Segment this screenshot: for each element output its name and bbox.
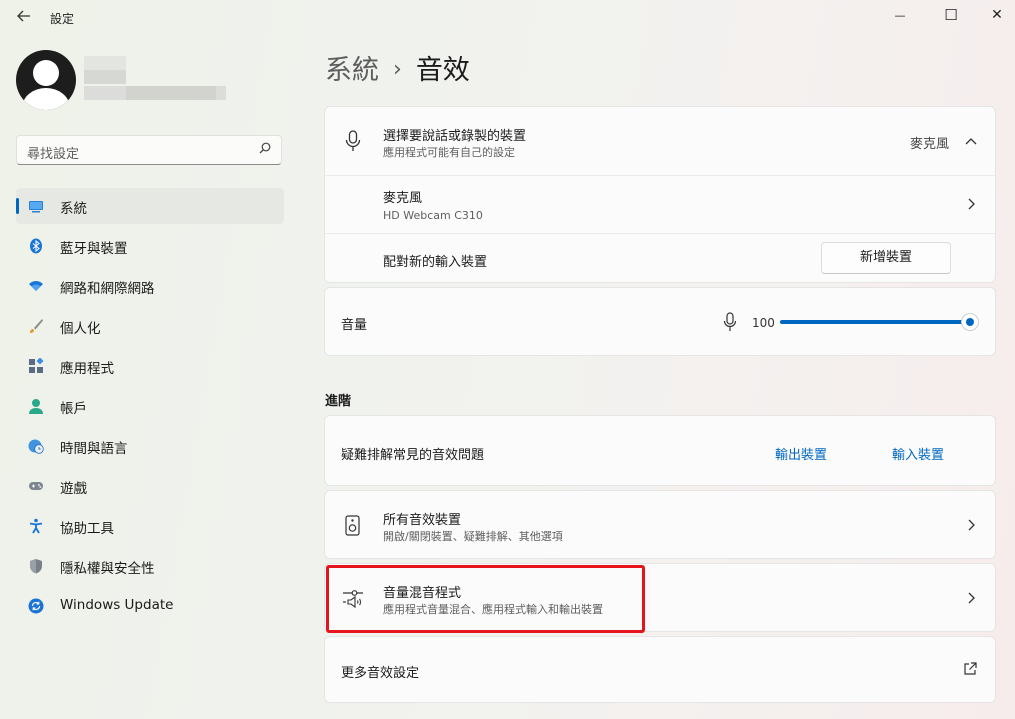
sidebar-item-label: 應用程式 [60, 361, 114, 377]
sidebar-item-personalization[interactable]: 個人化 [16, 308, 284, 344]
volume-value: 100 [752, 316, 775, 330]
volume-slider-thumb[interactable] [961, 313, 979, 331]
sidebar-item-apps[interactable]: 應用程式 [16, 348, 284, 384]
microphone-device-row[interactable]: 麥克風 HD Webcam C310 [325, 176, 995, 233]
more-settings-label: 更多音效設定 [341, 666, 420, 681]
minimize-icon: — [894, 8, 906, 22]
title-bar: 設定 — ☐ ✕ [0, 0, 1015, 36]
sidebar-item-system[interactable]: 系統 [16, 188, 284, 224]
back-arrow-icon [17, 10, 30, 22]
sidebar-item-accessibility[interactable]: 協助工具 [16, 508, 284, 544]
more-sound-settings-card[interactable]: 更多音效設定 [324, 636, 996, 703]
person-icon [29, 399, 43, 414]
advanced-section-title: 進階 [325, 394, 352, 409]
sidebar-item-windows-update[interactable]: Windows Update [16, 588, 284, 624]
troubleshoot-card: 疑難排解常見的音效問題 輸出裝置 輸入裝置 [324, 415, 996, 486]
user-info-redacted [84, 56, 230, 102]
monitor-icon [29, 201, 43, 213]
close-button[interactable]: ✕ [974, 0, 1015, 30]
breadcrumb-parent[interactable]: 系統 [325, 55, 379, 86]
back-button[interactable] [14, 8, 34, 28]
volume-label: 音量 [341, 318, 368, 333]
search-input[interactable]: 尋找設定 [16, 135, 282, 165]
chevron-up-icon[interactable] [965, 137, 977, 145]
apps-icon [29, 358, 44, 373]
choose-device-title: 選擇要說話或錄製的裝置 [383, 129, 527, 144]
pair-device-label: 配對新的輸入裝置 [383, 255, 488, 270]
microphone-icon [723, 312, 737, 331]
sidebar-item-label: 協助工具 [60, 521, 114, 537]
sidebar-item-time-language[interactable]: 時間與語言 [16, 428, 284, 464]
maximize-button[interactable]: ☐ [928, 0, 974, 30]
microphone-icon [345, 130, 361, 151]
sidebar-item-label: 帳戶 [60, 401, 87, 417]
search-icon [259, 142, 271, 158]
sidebar-item-accounts[interactable]: 帳戶 [16, 388, 284, 424]
search-placeholder: 尋找設定 [27, 147, 80, 162]
maximize-icon: ☐ [944, 6, 958, 24]
globe-clock-icon [28, 439, 44, 454]
device-model: HD Webcam C310 [383, 209, 483, 222]
breadcrumb-separator: › [393, 57, 402, 82]
app-title: 設定 [50, 12, 75, 26]
brush-icon [30, 319, 43, 333]
highlight-box [326, 565, 645, 633]
sidebar-item-label: 隱私權與安全性 [60, 561, 155, 577]
pair-input-device-row: 配對新的輸入裝置 新增裝置 [325, 234, 995, 284]
wifi-icon [29, 281, 43, 291]
input-devices-link[interactable]: 輸入裝置 [892, 444, 944, 463]
accessibility-icon [29, 518, 43, 534]
all-devices-title: 所有音效裝置 [383, 513, 462, 528]
sidebar-item-bluetooth[interactable]: 藍牙與裝置 [16, 228, 284, 264]
bluetooth-icon [30, 238, 42, 254]
gamepad-icon [29, 482, 43, 490]
breadcrumb: 系統 › 音效 [325, 48, 470, 87]
chevron-right-icon [968, 519, 975, 531]
active-indicator [16, 198, 19, 214]
external-link-icon [964, 662, 977, 675]
sidebar-item-label: 遊戲 [60, 481, 87, 497]
selected-device-label: 麥克風 [910, 137, 950, 152]
sidebar-item-label: 系統 [60, 201, 87, 217]
update-icon [28, 598, 44, 614]
choose-input-device-row[interactable]: 選擇要說話或錄製的裝置 應用程式可能有自己的設定 麥克風 [325, 107, 995, 175]
all-devices-subtitle: 開啟/關閉裝置、疑難排解、其他選項 [383, 530, 563, 543]
output-devices-link[interactable]: 輸出裝置 [775, 444, 827, 463]
close-icon: ✕ [991, 7, 1003, 23]
sidebar-item-gaming[interactable]: 遊戲 [16, 468, 284, 504]
minimize-button[interactable]: — [877, 0, 923, 30]
sidebar-item-privacy[interactable]: 隱私權與安全性 [16, 548, 284, 584]
chevron-right-icon [968, 198, 975, 210]
add-device-button[interactable]: 新增裝置 [821, 242, 951, 274]
sidebar-item-network[interactable]: 網路和網際網路 [16, 268, 284, 304]
sidebar-item-label: 個人化 [60, 321, 101, 337]
sidebar-item-label: Windows Update [60, 597, 174, 613]
device-name: 麥克風 [383, 191, 423, 206]
page-title: 音效 [415, 55, 470, 86]
choose-device-subtitle: 應用程式可能有自己的設定 [383, 146, 515, 159]
sidebar-item-label: 網路和網際網路 [60, 281, 155, 297]
input-device-card: 選擇要說話或錄製的裝置 應用程式可能有自己的設定 麥克風 麥克風 HD Webc… [324, 106, 996, 283]
chevron-right-icon [968, 592, 975, 604]
sidebar-item-label: 藍牙與裝置 [60, 241, 128, 257]
troubleshoot-label: 疑難排解常見的音效問題 [341, 448, 485, 463]
all-sound-devices-card[interactable]: 所有音效裝置 開啟/關閉裝置、疑難排解、其他選項 [324, 490, 996, 559]
sidebar-item-label: 時間與語言 [60, 441, 128, 457]
volume-slider-track[interactable] [780, 320, 970, 324]
shield-icon [30, 559, 42, 574]
avatar[interactable] [16, 50, 76, 110]
speaker-icon [345, 515, 360, 536]
